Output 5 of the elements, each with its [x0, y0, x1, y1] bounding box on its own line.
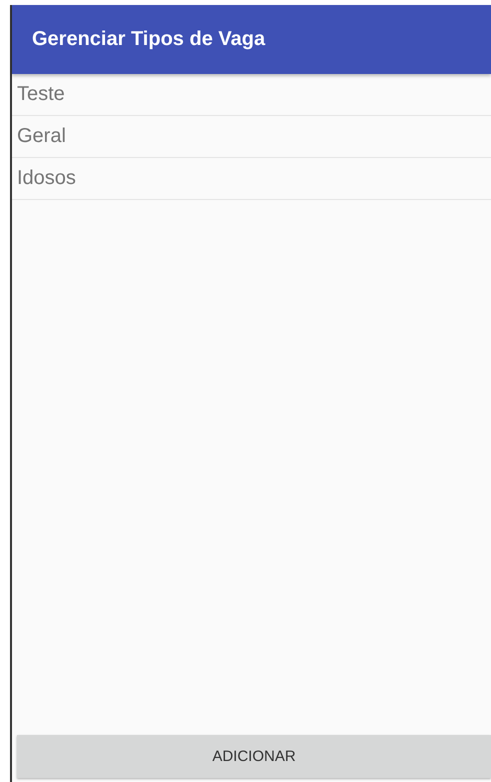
list-item[interactable]: Teste	[12, 74, 491, 116]
list-item[interactable]: Geral	[12, 116, 491, 158]
list-item[interactable]: Idosos	[12, 158, 491, 200]
app-bar-title: Gerenciar Tipos de Vaga	[32, 28, 266, 51]
add-button[interactable]: ADICIONAR	[17, 735, 491, 778]
